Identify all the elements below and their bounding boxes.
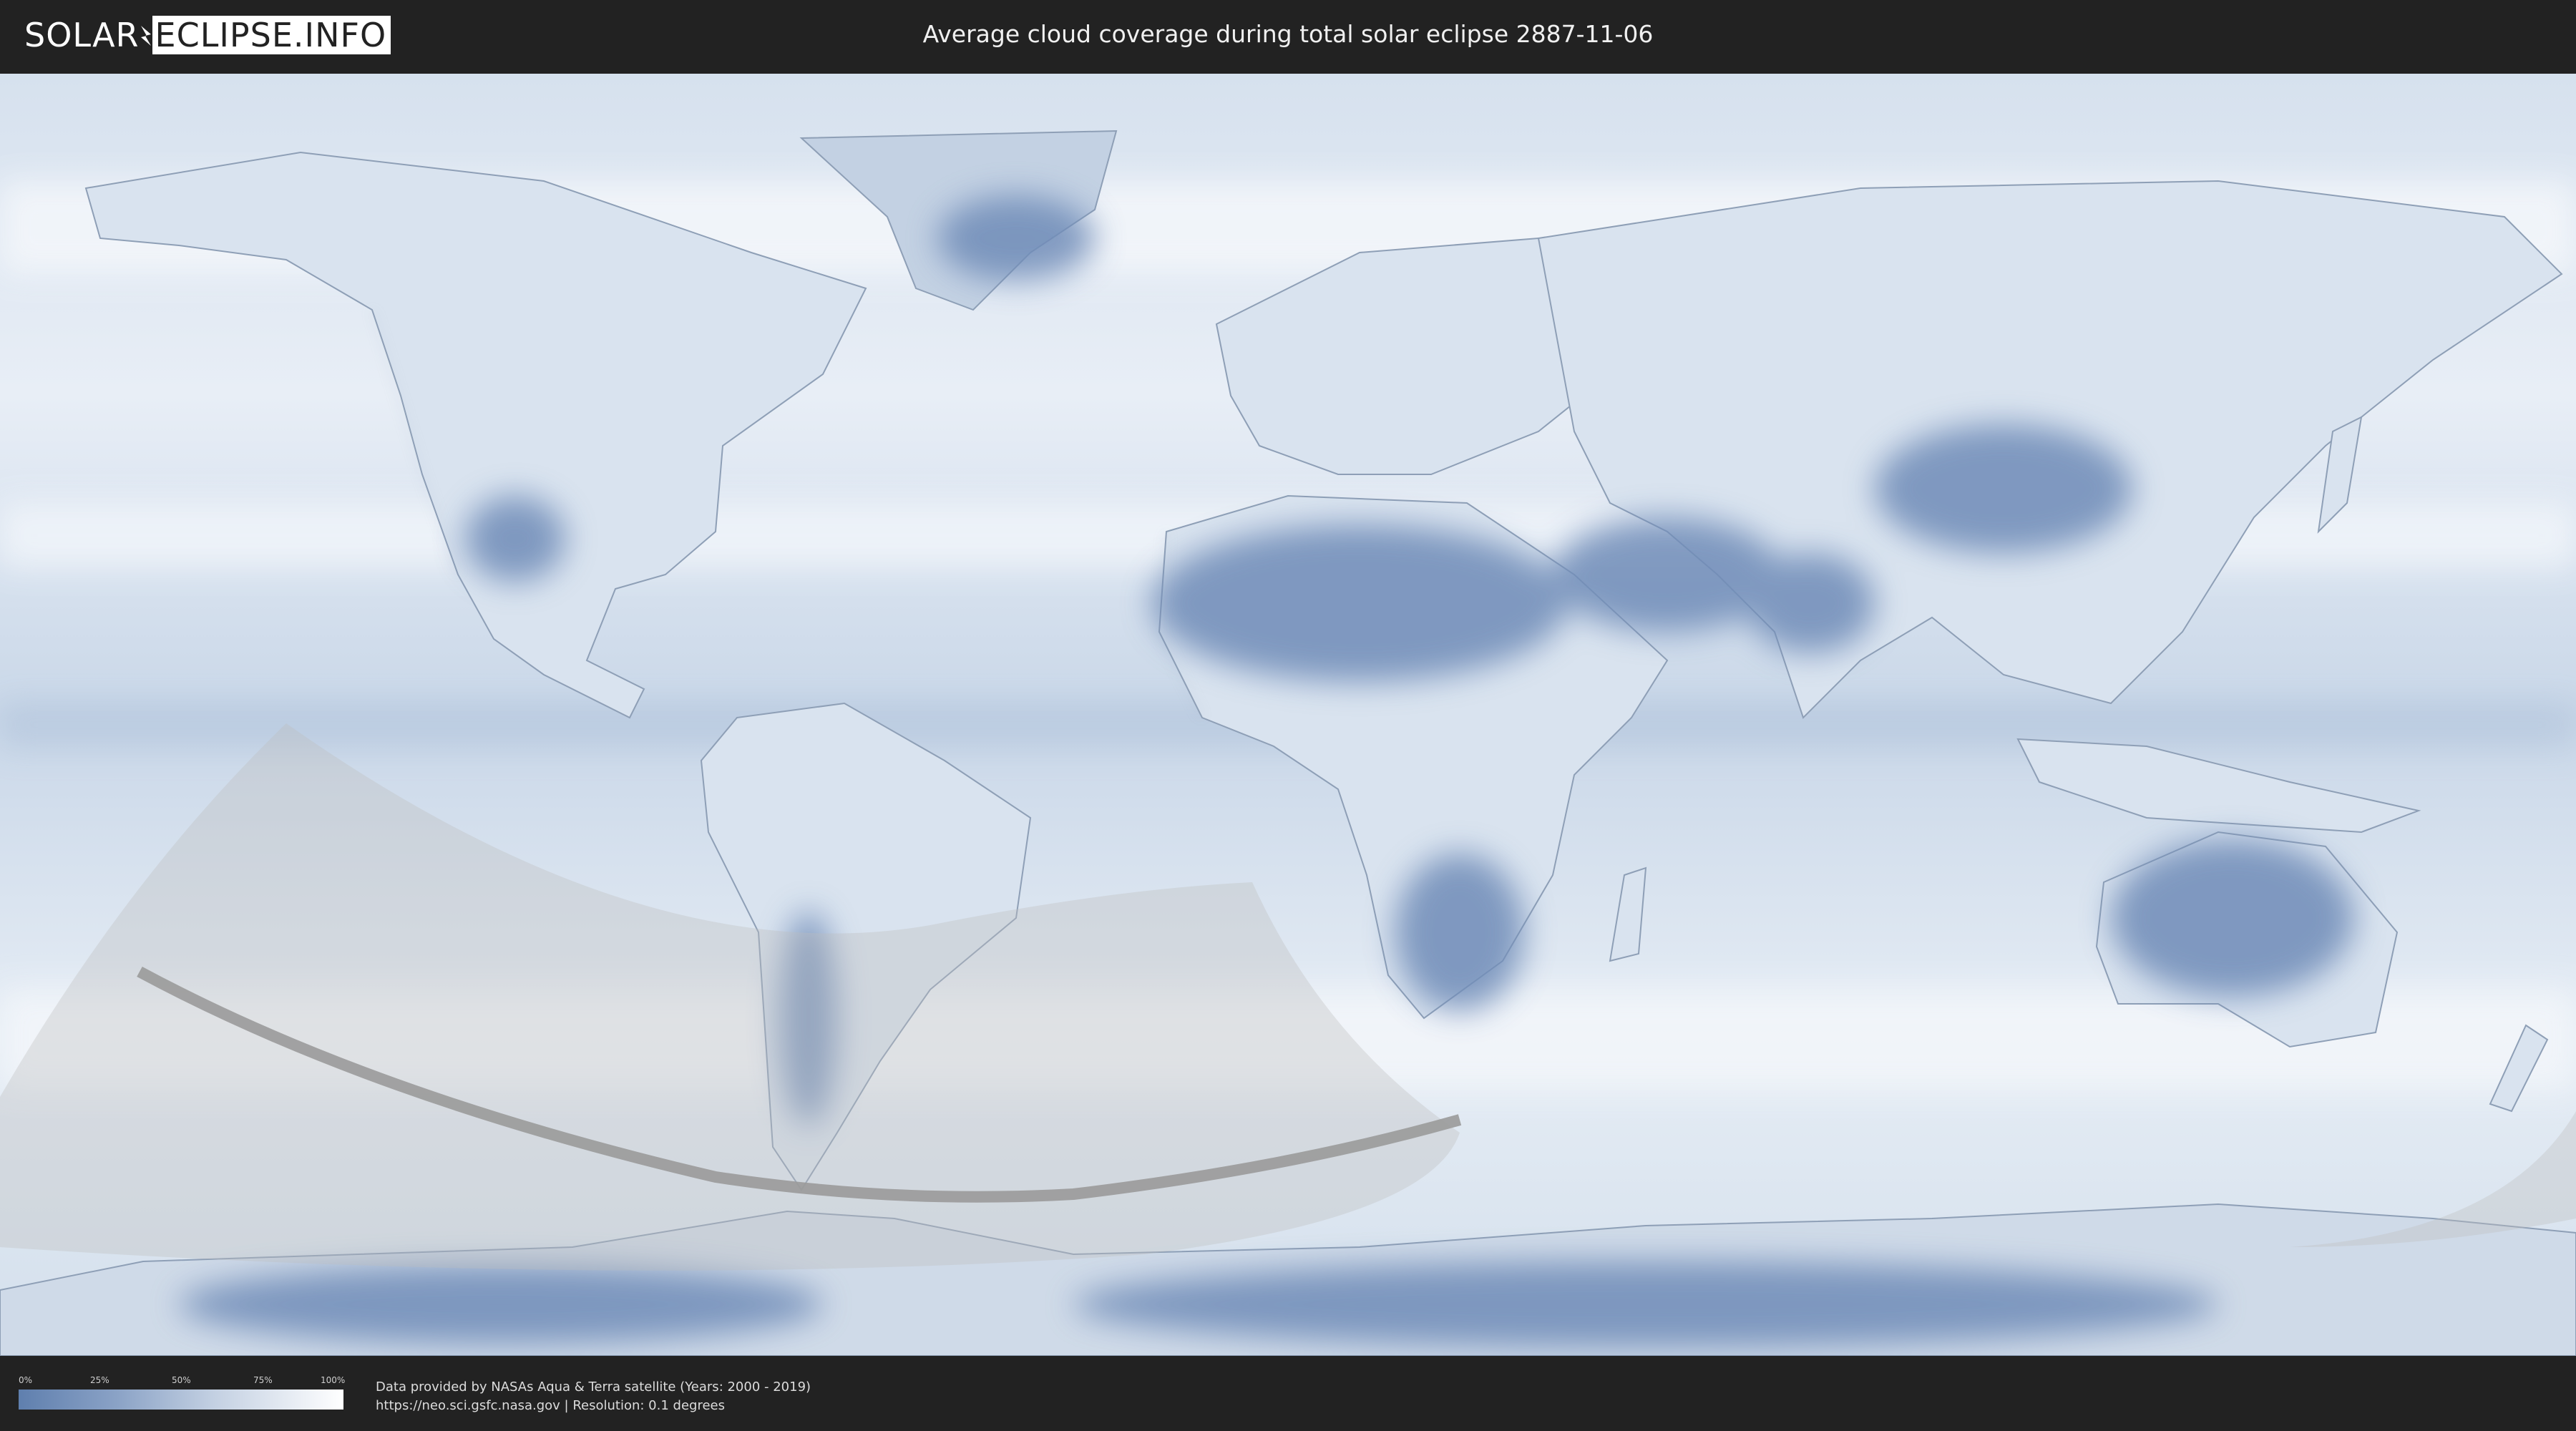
legend-tick-25: 25% bbox=[90, 1375, 109, 1385]
legend-tick-100: 100% bbox=[321, 1375, 346, 1385]
legend-ticks: 0% 25% 50% 75% 100% bbox=[19, 1375, 345, 1387]
credit-line-source: Data provided by NASAs Aqua & Terra sate… bbox=[376, 1379, 811, 1395]
legend-tick-50: 50% bbox=[172, 1375, 191, 1385]
map-canvas bbox=[0, 74, 2576, 1356]
legend-tick-0: 0% bbox=[19, 1375, 33, 1385]
credit-line-url[interactable]: https://neo.sci.gsfc.nasa.gov | Resoluti… bbox=[376, 1397, 811, 1415]
cloud-coverage-legend: 0% 25% 50% 75% 100% bbox=[19, 1375, 345, 1415]
legend-tick-75: 75% bbox=[253, 1375, 273, 1385]
data-credits: Data provided by NASAs Aqua & Terra sate… bbox=[376, 1378, 811, 1415]
top-bar: SOLAR ECLIPSE.INFO Average cloud coverag… bbox=[0, 0, 2576, 72]
legend-color-bar bbox=[19, 1390, 343, 1410]
page-title: Average cloud coverage during total sola… bbox=[922, 20, 1654, 48]
cloud-coverage-map[interactable] bbox=[0, 74, 2576, 1356]
